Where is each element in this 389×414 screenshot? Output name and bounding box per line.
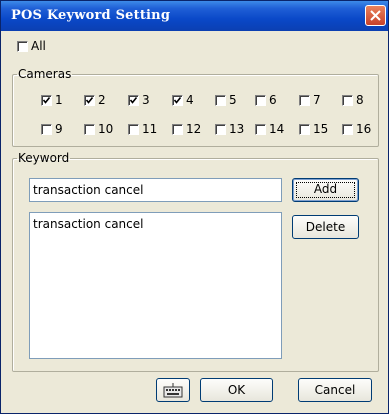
delete-button[interactable]: Delete xyxy=(292,215,359,239)
ok-button-label: OK xyxy=(227,383,246,397)
camera-checkbox-box[interactable] xyxy=(84,95,95,106)
camera-label: 3 xyxy=(142,93,150,107)
window-title: POS Keyword Setting xyxy=(11,8,171,23)
cameras-legend: Cameras xyxy=(18,67,72,81)
camera-checkbox-box[interactable] xyxy=(172,95,183,106)
camera-checkbox-box[interactable] xyxy=(342,95,353,106)
camera-label: 9 xyxy=(55,122,63,136)
camera-checkbox-box[interactable] xyxy=(172,124,183,135)
camera-label: 2 xyxy=(98,93,106,107)
keyboard-button[interactable] xyxy=(156,378,190,402)
checkmark-icon xyxy=(129,97,138,104)
camera-label: 4 xyxy=(186,93,194,107)
title-bar: POS Keyword Setting xyxy=(1,1,388,31)
camera-checkbox-box[interactable] xyxy=(299,124,310,135)
camera-label: 16 xyxy=(356,122,372,136)
add-button[interactable]: Add xyxy=(292,178,359,202)
camera-checkbox-box[interactable] xyxy=(84,124,95,135)
camera-checkbox-box[interactable] xyxy=(128,95,139,106)
camera-checkbox-box[interactable] xyxy=(255,95,266,106)
delete-button-label: Delete xyxy=(305,220,346,234)
camera-label: 14 xyxy=(269,122,285,136)
all-label: All xyxy=(31,39,46,53)
camera-checkbox-box[interactable] xyxy=(215,124,226,135)
keyword-legend: Keyword xyxy=(18,151,70,165)
camera-label: 8 xyxy=(356,93,364,107)
cancel-button-label: Cancel xyxy=(314,383,356,397)
keyword-input[interactable]: transaction cancel xyxy=(29,178,282,202)
close-button[interactable] xyxy=(365,5,386,26)
ok-button[interactable]: OK xyxy=(200,378,273,402)
camera-label: 6 xyxy=(269,93,277,107)
camera-label: 13 xyxy=(229,122,245,136)
checkmark-icon xyxy=(42,97,51,104)
keyword-list-item[interactable]: transaction cancel xyxy=(33,217,281,231)
all-checkbox-box[interactable] xyxy=(17,41,28,52)
camera-checkbox-box[interactable] xyxy=(299,95,310,106)
camera-label: 10 xyxy=(98,122,114,136)
camera-checkbox-box[interactable] xyxy=(128,124,139,135)
keyword-list[interactable]: transaction cancel xyxy=(29,212,282,359)
pos-keyword-dialog: POS Keyword Setting All Cameras 12345678… xyxy=(0,0,389,414)
checkmark-icon xyxy=(173,97,182,104)
keyboard-icon xyxy=(163,383,183,398)
add-button-label: Add xyxy=(313,182,338,196)
camera-label: 1 xyxy=(55,93,63,107)
camera-checkbox-box[interactable] xyxy=(215,95,226,106)
close-icon xyxy=(370,10,381,21)
checkmark-icon xyxy=(85,97,94,104)
camera-checkbox-box[interactable] xyxy=(41,95,52,106)
camera-label: 5 xyxy=(229,93,237,107)
camera-label: 15 xyxy=(313,122,329,136)
camera-label: 12 xyxy=(186,122,202,136)
camera-checkbox-box[interactable] xyxy=(255,124,266,135)
camera-checkbox-box[interactable] xyxy=(342,124,353,135)
camera-checkbox-box[interactable] xyxy=(41,124,52,135)
camera-label: 11 xyxy=(142,122,158,136)
cancel-button[interactable]: Cancel xyxy=(298,378,372,402)
camera-label: 7 xyxy=(313,93,321,107)
